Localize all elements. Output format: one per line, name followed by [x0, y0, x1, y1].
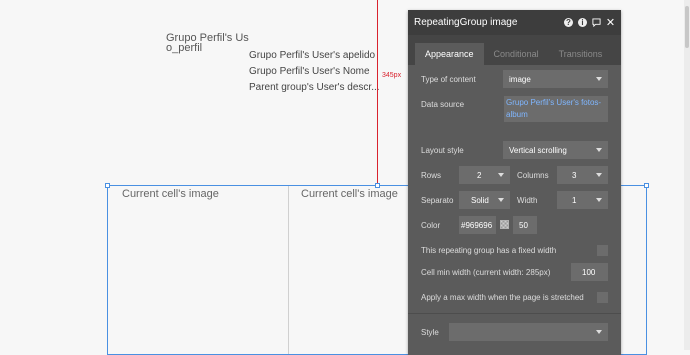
comment-icon[interactable] — [592, 18, 601, 27]
color-swatch[interactable] — [500, 220, 509, 229]
color-label: Color — [421, 221, 441, 230]
chevron-down-icon — [498, 173, 504, 177]
max-width-label: Apply a max width when the page is stret… — [421, 293, 584, 302]
columns-dropdown[interactable]: 3 — [557, 166, 608, 184]
page-scrollbar-thumb[interactable] — [685, 6, 689, 48]
text-descricao[interactable]: Parent group's User's descr... — [249, 82, 380, 93]
cell-min-width-label: Cell min width (current width: 285px) — [421, 268, 551, 277]
max-width-checkbox[interactable] — [597, 292, 608, 303]
fixed-width-label: This repeating group has a fixed width — [421, 246, 557, 255]
chevron-down-icon — [596, 173, 602, 177]
panel-title: RepeatingGroup image — [414, 17, 518, 28]
cell-image-label-2: Current cell's image — [301, 188, 398, 200]
text-apelido[interactable]: Grupo Perfil's User's apelido — [249, 50, 375, 61]
chevron-down-icon — [498, 198, 504, 202]
data-source-expression[interactable]: Grupo Perfil's User's fotos-album — [504, 96, 608, 122]
rows-label: Rows — [421, 171, 442, 180]
help-icon[interactable]: ? — [564, 18, 573, 27]
columns-value: 3 — [572, 170, 577, 180]
separator-label: Separato — [421, 196, 454, 205]
type-of-content-value: image — [509, 74, 531, 84]
width-dropdown[interactable]: 1 — [557, 191, 608, 209]
close-icon[interactable]: ✕ — [606, 17, 615, 29]
style-dropdown[interactable] — [449, 323, 608, 341]
panel-header[interactable]: RepeatingGroup image ? i ✕ — [408, 10, 621, 35]
type-of-content-dropdown[interactable]: image — [503, 70, 608, 88]
fixed-width-checkbox[interactable] — [597, 245, 608, 256]
profile-text-fragment: Grupo Perfil's Us o_perfil — [166, 33, 249, 54]
info-icon[interactable]: i — [578, 18, 587, 27]
distance-guide-label: 345px — [382, 72, 402, 79]
panel-tabs: Appearance Conditional Transitions — [408, 35, 621, 65]
columns-label: Columns — [517, 171, 549, 180]
cell-min-width-value: 100 — [582, 267, 596, 277]
resize-handle-top-middle[interactable] — [375, 183, 380, 188]
width-value: 1 — [572, 195, 577, 205]
type-of-content-label: Type of content — [421, 75, 476, 84]
resize-handle-top-left[interactable] — [105, 183, 110, 188]
width-label: Width — [517, 196, 538, 205]
distance-guide-line — [377, 0, 378, 186]
cell-divider — [288, 186, 289, 354]
resize-handle-top-right[interactable] — [644, 183, 649, 188]
separator-dropdown[interactable]: Solid — [459, 191, 510, 209]
chevron-down-icon — [596, 198, 602, 202]
profile-fragment-line-2: o_perfil — [166, 42, 203, 54]
panel-section-divider — [408, 313, 621, 314]
opacity-field[interactable]: 50 — [513, 216, 537, 234]
text-nome[interactable]: Grupo Perfil's User's Nome — [249, 66, 370, 77]
layout-style-value: Vertical scrolling — [509, 145, 567, 155]
rows-value: 2 — [477, 170, 482, 180]
opacity-value: 50 — [519, 220, 528, 230]
tab-transitions[interactable]: Transitions — [549, 43, 613, 65]
cell-image-label-1: Current cell's image — [122, 188, 219, 200]
data-source-label: Data source — [421, 100, 465, 109]
cell-min-width-field[interactable]: 100 — [571, 263, 608, 281]
style-label: Style — [421, 328, 439, 337]
layout-style-label: Layout style — [421, 146, 464, 155]
chevron-down-icon — [596, 330, 602, 334]
color-hex-value: #969696 — [461, 220, 493, 230]
rows-dropdown[interactable]: 2 — [459, 166, 510, 184]
tab-appearance[interactable]: Appearance — [415, 43, 484, 65]
chevron-down-icon — [596, 77, 602, 81]
tab-conditional[interactable]: Conditional — [484, 43, 549, 65]
page-scrollbar[interactable] — [684, 0, 690, 350]
separator-value: Solid — [471, 195, 489, 205]
color-hex-field[interactable]: #969696 — [459, 216, 496, 234]
layout-style-dropdown[interactable]: Vertical scrolling — [503, 141, 608, 159]
chevron-down-icon — [596, 148, 602, 152]
